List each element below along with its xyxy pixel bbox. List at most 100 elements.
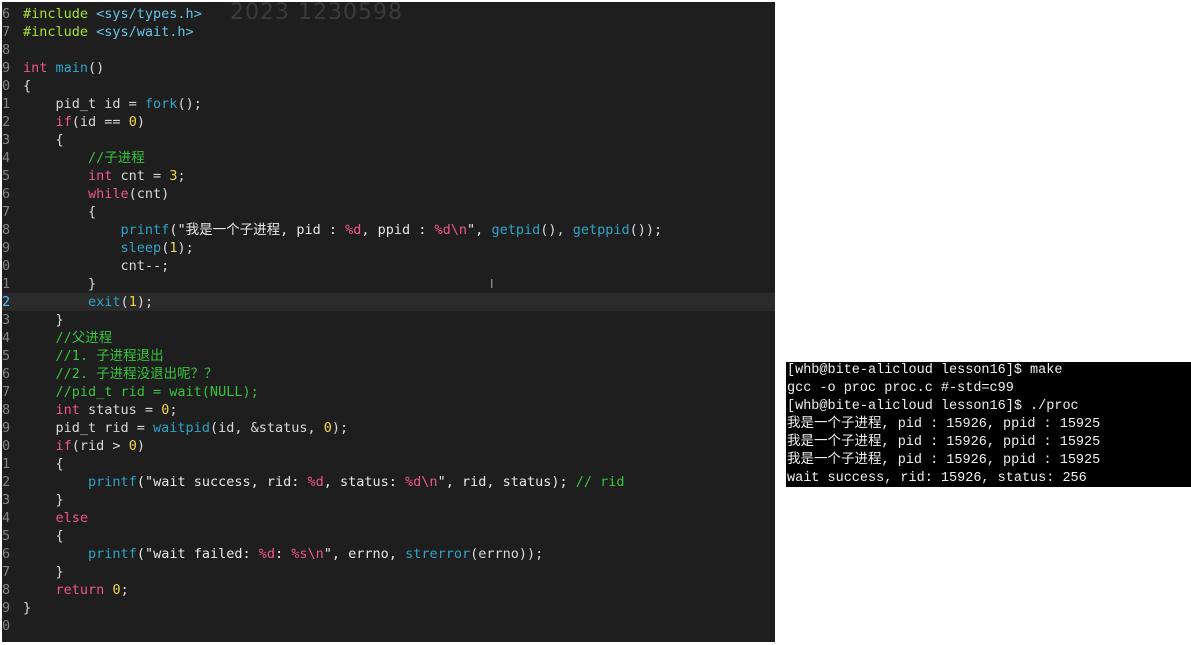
code-line[interactable]: 0 if(rid > 0) (2, 437, 775, 455)
code-token: ); (177, 240, 194, 256)
code-line[interactable]: 9} (2, 599, 775, 617)
code-token: ", errno, (323, 546, 406, 562)
line-number: 2 (2, 294, 11, 310)
code-line[interactable]: 7 //pid_t rid = wait(NULL); (2, 383, 775, 401)
code-token: { (23, 456, 64, 472)
code-token: cnt = (112, 168, 170, 184)
code-token: pid_t rid = (23, 420, 154, 436)
code-token: main (55, 60, 89, 76)
code-line[interactable]: 5 { (2, 527, 775, 545)
code-token: ", rid, status); (437, 474, 576, 490)
line-number: 3 (2, 492, 11, 508)
code-line[interactable]: 4 else (2, 509, 775, 527)
line-number: 0 (2, 438, 11, 454)
code-line[interactable]: 5 //1. 子进程退出 (2, 347, 775, 365)
code-token: #include (23, 24, 97, 40)
code-line[interactable]: 2 exit(1); (2, 293, 775, 311)
code-text: printf("wait success, rid: %d, status: %… (14, 473, 625, 491)
code-token: else (55, 510, 89, 526)
code-token: %d\n (405, 474, 438, 490)
code-editor[interactable]: 6 #include <sys/types.h> 7 #include <sys/wa… (2, 2, 775, 642)
code-token: (id == (71, 114, 129, 130)
code-line[interactable]: 2 printf("wait success, rid: %d, status:… (2, 473, 775, 491)
code-token: } (23, 564, 64, 580)
code-text: exit(1); (14, 293, 153, 311)
line-number: 4 (2, 330, 11, 346)
code-line[interactable]: 6 //2. 子进程没退出呢？？ (2, 365, 775, 383)
code-token: ) (136, 438, 145, 454)
code-token: (), (540, 222, 573, 238)
code-text: //2. 子进程没退出呢？？ (14, 365, 218, 383)
code-line[interactable]: 3 { (2, 131, 775, 149)
code-line[interactable]: 7 { (2, 203, 775, 221)
line-number: 5 (2, 168, 11, 184)
code-token: // rid (575, 474, 625, 490)
code-line[interactable]: 7 } (2, 563, 775, 581)
code-line[interactable]: 4 //子进程 (2, 149, 775, 167)
line-number: 2 (2, 474, 11, 490)
code-line[interactable]: 3 } (2, 491, 775, 509)
line-number: 8 (2, 402, 11, 418)
code-token: if (55, 114, 72, 130)
line-number: 8 (2, 582, 11, 598)
code-token: 0 (128, 438, 137, 454)
code-line[interactable]: 0 (2, 617, 775, 635)
code-text: { (14, 77, 31, 95)
code-line[interactable]: 1 { (2, 455, 775, 473)
terminal-line: [whb@bite-alicloud lesson16]$ make (787, 363, 1063, 378)
code-line[interactable]: 8 (2, 41, 775, 59)
terminal-output[interactable]: [whb@bite-alicloud lesson16]$ make gcc -o… (786, 362, 1191, 487)
code-token: cnt--; (23, 258, 170, 274)
code-text: #include <sys/wait.h> (14, 23, 194, 41)
code-line[interactable]: 5 int cnt = 3; (2, 167, 775, 185)
line-number: 6 (2, 366, 11, 382)
code-text: } (14, 563, 64, 581)
line-number: 7 (2, 24, 11, 40)
code-line[interactable]: 4 //父进程 (2, 329, 775, 347)
code-token: (); (177, 96, 202, 112)
code-line[interactable]: 8 int status = 0; (2, 401, 775, 419)
code-line[interactable]: 9 sleep(1); (2, 239, 775, 257)
code-token: exit (88, 294, 121, 310)
code-token: ); (136, 294, 154, 310)
code-line[interactable]: 3 } (2, 311, 775, 329)
code-line[interactable]: 9 pid_t rid = waitpid(id, &status, 0); (2, 419, 775, 437)
line-number: 0 (2, 258, 11, 274)
code-token: 0 (323, 420, 332, 436)
code-token: printf (88, 474, 137, 490)
code-line[interactable]: 8 return 0; (2, 581, 775, 599)
code-line[interactable]: 1 } (2, 275, 775, 293)
code-token: getpid (491, 222, 541, 238)
code-text: //1. 子进程退出 (14, 347, 164, 365)
code-line[interactable]: 6 printf("wait failed: %d: %s\n", errno,… (2, 545, 775, 563)
code-line[interactable]: 0 cnt--; (2, 257, 775, 275)
code-line[interactable]: 1 pid_t id = fork(); (2, 95, 775, 113)
code-token: (id, &status, (209, 420, 324, 436)
terminal-line: 我是一个子进程, pid : 15926, ppid : 15925 (787, 453, 1101, 468)
code-token: ); (331, 420, 349, 436)
code-line[interactable]: 7 #include <sys/wait.h> (2, 23, 775, 41)
code-token: %d (307, 474, 324, 490)
code-line[interactable]: 8 printf("我是一个子进程, pid : %d, ppid : %d\n… (2, 221, 775, 239)
line-number: 8 (2, 222, 11, 238)
code-token: getppid (572, 222, 630, 238)
code-line[interactable]: 0{ (2, 77, 775, 95)
code-text: } (14, 311, 64, 329)
code-token: if (55, 438, 72, 454)
code-line[interactable]: 9 int main() (2, 59, 775, 77)
code-line[interactable]: 6 while(cnt) (2, 185, 775, 203)
line-number: 9 (2, 420, 11, 436)
code-text: #include <sys/types.h> (14, 5, 202, 23)
code-token: int (88, 168, 113, 184)
code-token: (cnt) (128, 186, 170, 202)
code-line[interactable]: 2 if(id == 0) (2, 113, 775, 131)
code-token: while (88, 186, 129, 202)
code-token: ; (169, 402, 178, 418)
line-number: 9 (2, 240, 11, 256)
line-number: 4 (2, 150, 11, 166)
